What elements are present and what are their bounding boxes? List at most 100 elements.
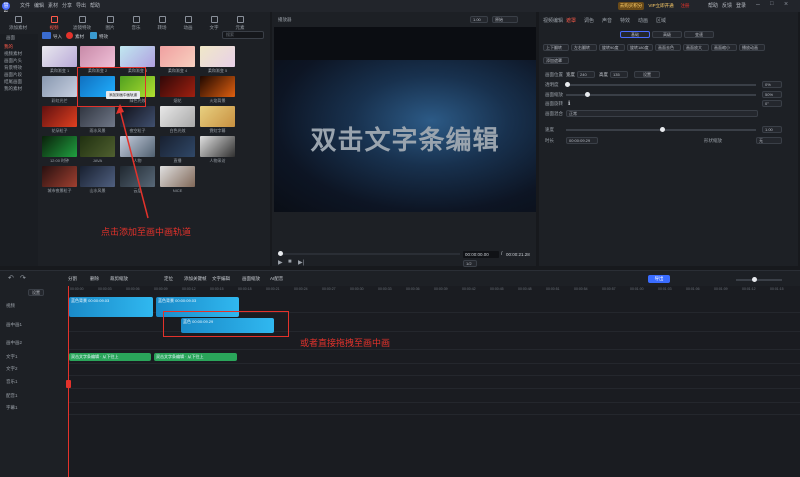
media-thumb[interactable] (200, 76, 235, 97)
subtab-basic[interactable]: 基础 (620, 31, 650, 38)
apply-size-button[interactable]: 设置 (634, 71, 660, 78)
zoom-in-button[interactable]: 画面放大 (683, 44, 709, 51)
category-ending[interactable]: 结尾画面 (4, 79, 22, 85)
material-icon[interactable] (66, 32, 73, 39)
opacity-value[interactable]: 0% (762, 81, 782, 88)
redo-icon[interactable]: ↷ (20, 274, 26, 282)
category-intro[interactable]: 画面片头 (4, 58, 22, 64)
scale-slider[interactable] (566, 94, 756, 96)
rotate180-button[interactable]: 旋转180度 (627, 44, 653, 51)
track-label[interactable]: 字幕1 (6, 405, 18, 411)
help-link[interactable]: 帮助 (708, 2, 718, 9)
category-mine[interactable]: 我的 (4, 44, 13, 50)
rotate-value[interactable]: 0° (762, 100, 782, 107)
media-thumb[interactable] (200, 136, 235, 157)
login-link[interactable]: 登录 (736, 2, 746, 9)
split-tool[interactable]: 分割 (68, 276, 77, 282)
stop-icon[interactable]: ■ (288, 259, 292, 265)
track-label[interactable]: 视频 (6, 303, 15, 309)
media-thumb[interactable] (42, 76, 77, 97)
track-label[interactable]: 画中画1 (6, 322, 22, 328)
tool-animation[interactable]: 动画 (178, 15, 198, 33)
tab-mask[interactable]: 遮罩 (566, 17, 576, 24)
text-clip-2[interactable]: 双击文字条编辑 · 从下往上 (154, 353, 237, 361)
ai-voice-tool[interactable]: AI配音 (270, 276, 283, 282)
minimize-icon[interactable]: – (756, 1, 760, 8)
shape-select[interactable]: 无 (756, 137, 782, 144)
undo-icon[interactable]: ↶ (8, 274, 14, 282)
media-thumb[interactable] (160, 76, 195, 97)
category-video[interactable]: 视频素材 (4, 51, 22, 57)
height-input[interactable]: 135 (610, 71, 628, 78)
video-clip-1[interactable]: 蓝色背景 00:00:09.03 (69, 297, 153, 317)
media-thumb[interactable] (42, 106, 77, 127)
media-thumb[interactable] (160, 46, 195, 67)
media-thumb[interactable] (80, 46, 115, 67)
zoom-knob[interactable] (752, 277, 757, 282)
media-thumb[interactable] (160, 136, 195, 157)
feedback-link[interactable]: 反馈 (722, 2, 732, 9)
speed-knob[interactable] (660, 127, 665, 132)
mode-select[interactable]: 原始 (492, 16, 518, 23)
reset-icon[interactable]: ℹ (568, 100, 570, 107)
buy-credits-button[interactable]: 去购买积分 (618, 2, 644, 10)
text-clip-1[interactable]: 双击文字条编辑 · 从下往上 (69, 353, 151, 361)
menu-export[interactable]: 导出 (76, 2, 86, 9)
step-icon[interactable]: ▶| (298, 259, 304, 266)
menu-help[interactable]: 帮助 (90, 2, 100, 9)
tool-text[interactable]: 文字 (204, 15, 224, 33)
scale-value[interactable]: 50% (762, 91, 782, 98)
import-icon[interactable] (42, 32, 51, 39)
scrubber-knob[interactable] (278, 251, 283, 256)
tab-audio[interactable]: 声音 (602, 17, 612, 24)
search-input[interactable]: 搜索 (222, 31, 264, 39)
opacity-slider[interactable] (566, 84, 756, 86)
subtab-speed[interactable]: 变速 (684, 31, 714, 38)
delete-tool[interactable]: 删除 (90, 276, 99, 282)
category-my-material[interactable]: 我的素材 (4, 86, 22, 92)
zoom-select[interactable]: 1/2 (463, 260, 477, 267)
blend-select[interactable]: 正常 (566, 110, 758, 117)
tab-video-edit[interactable]: 视频编辑 (543, 17, 563, 24)
category-bg-effects[interactable]: 背景特效 (4, 65, 22, 71)
flip-horizontal-button[interactable]: 左右翻转 (571, 44, 597, 51)
track-label[interactable]: 画中画2 (6, 340, 22, 346)
vip-button[interactable]: VIP立即开通 (646, 2, 676, 10)
settings-button[interactable]: 设置 (28, 289, 44, 296)
crop-tool[interactable]: 裁剪缩放 (110, 276, 128, 282)
media-thumb[interactable] (200, 46, 235, 67)
opacity-knob[interactable] (565, 82, 570, 87)
tab-animation[interactable]: 动画 (638, 17, 648, 24)
export-button[interactable]: 导出 (648, 275, 670, 283)
effect-icon[interactable] (90, 32, 97, 39)
close-icon[interactable]: × (784, 1, 788, 8)
zoom-slider[interactable] (736, 279, 782, 281)
tool-video[interactable]: 视频 (44, 15, 64, 33)
zoom-out-button[interactable]: 画面缩小 (711, 44, 737, 51)
keyframe-tool[interactable]: 添加关键帧 (184, 276, 207, 282)
width-input[interactable]: 240 (577, 71, 595, 78)
add-mask-button[interactable]: 添加遮罩 (543, 57, 569, 64)
register-button[interactable]: 注册 (678, 2, 692, 10)
media-thumb[interactable] (120, 46, 155, 67)
media-thumb[interactable] (42, 46, 77, 67)
scale-knob[interactable] (585, 92, 590, 97)
ratio-select[interactable]: 1.00 (470, 16, 488, 23)
track-label[interactable]: 文字1 (6, 354, 18, 360)
tool-add-media[interactable]: 添加素材 (8, 15, 28, 33)
play-icon[interactable]: ▶ (278, 259, 283, 266)
menu-edit[interactable]: 编辑 (34, 2, 44, 9)
tab-region[interactable]: 区域 (656, 17, 666, 24)
tab-effect[interactable]: 特效 (99, 34, 108, 40)
subtab-advanced[interactable]: 高级 (652, 31, 682, 38)
time-ruler[interactable]: 00:00:00 00:00:03 00:00:06 00:00:09 00:00:12… (68, 286, 800, 296)
scale-tool[interactable]: 画面缩放 (242, 276, 260, 282)
menu-material[interactable]: 素材 (48, 2, 58, 9)
menu-share[interactable]: 分享 (62, 2, 72, 9)
text-edit-tool[interactable]: 文字编辑 (212, 276, 230, 282)
duration-input[interactable]: 00:00:09.29 (566, 137, 598, 144)
category-clips[interactable]: 画面片段 (4, 72, 22, 78)
media-thumb[interactable] (160, 106, 195, 127)
media-thumb[interactable] (160, 166, 195, 187)
playhead-marker[interactable] (66, 380, 71, 388)
